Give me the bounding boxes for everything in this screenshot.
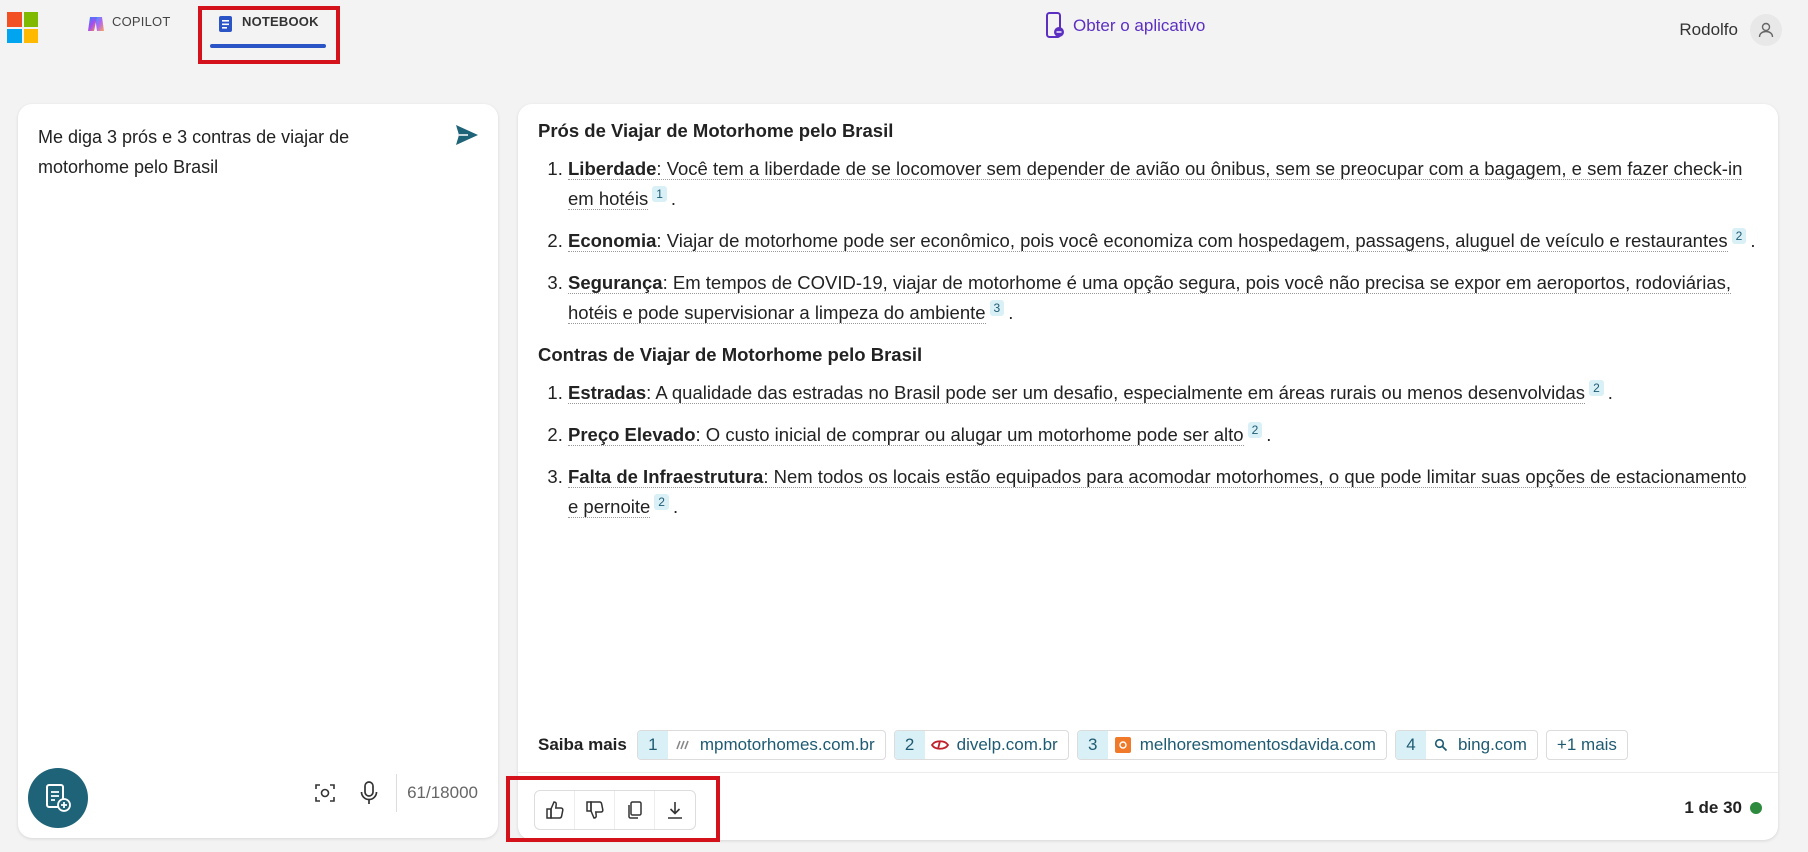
microphone-button[interactable] bbox=[354, 778, 384, 808]
divider bbox=[518, 772, 1778, 773]
response-content: Prós de Viajar de Motorhome pelo Brasil … bbox=[538, 118, 1758, 536]
top-bar: COPILOT NOTEBOOK Obter o aplicativo Rodo… bbox=[0, 0, 1808, 70]
period: . bbox=[1750, 230, 1756, 251]
list-item: Segurança: Em tempos de COVID-19, viajar… bbox=[568, 268, 1758, 328]
list-item: Economia: Viajar de motorhome pode ser e… bbox=[568, 226, 1758, 256]
phone-icon bbox=[1046, 12, 1064, 38]
character-counter: 61/18000 bbox=[407, 783, 478, 802]
camera-scan-icon bbox=[315, 784, 335, 802]
list-item: Estradas: A qualidade das estradas no Br… bbox=[568, 378, 1758, 408]
prompt-input[interactable]: Me diga 3 prós e 3 contras de viajar de … bbox=[38, 122, 428, 182]
item-term: Economia bbox=[568, 230, 657, 251]
item-term: Liberdade bbox=[568, 158, 657, 179]
item-text: : O custo inicial de comprar ou alugar u… bbox=[695, 424, 1244, 445]
user-icon bbox=[1758, 22, 1774, 38]
citation-badge[interactable]: 1 bbox=[652, 185, 667, 202]
user-name: Rodolfo bbox=[1679, 20, 1738, 39]
visual-search-button[interactable] bbox=[310, 778, 340, 808]
divelp-favicon-icon bbox=[930, 737, 949, 753]
item-text: : Você tem a liberdade de se locomover s… bbox=[568, 158, 1743, 209]
citation-badge[interactable]: 2 bbox=[1731, 227, 1747, 244]
source-number: 3 bbox=[1077, 731, 1108, 759]
source-number: 2 bbox=[894, 731, 925, 759]
source-domain: divelp.com.br bbox=[956, 735, 1058, 754]
source-domain: melhoresmomentosdavida.com bbox=[1139, 735, 1376, 754]
item-term: Falta de Infraestrutura bbox=[568, 466, 764, 487]
citation-badge[interactable]: 2 bbox=[654, 493, 669, 510]
list-item: Preço Elevado: O custo inicial de compra… bbox=[568, 420, 1758, 450]
source-domain: mpmotorhomes.com.br bbox=[699, 735, 875, 754]
get-app-label: Obter o aplicativo bbox=[1073, 16, 1206, 35]
search-icon bbox=[1432, 737, 1450, 753]
prompt-panel: Me diga 3 prós e 3 contras de viajar de … bbox=[18, 104, 498, 838]
pros-heading: Prós de Viajar de Motorhome pelo Brasil bbox=[538, 120, 894, 141]
period: . bbox=[672, 496, 679, 517]
item-term: Segurança bbox=[568, 272, 663, 293]
source-number: 4 bbox=[1395, 731, 1426, 759]
tab-copilot-label: COPILOT bbox=[112, 14, 171, 29]
copilot-icon bbox=[86, 14, 106, 34]
new-note-icon bbox=[46, 784, 71, 812]
learn-more-bar: Saiba mais 1 mpmotorhomes.com.br 2 divel… bbox=[538, 730, 1636, 760]
source-domain: bing.com bbox=[1457, 735, 1527, 754]
prompt-toolbar: 61/18000 bbox=[296, 774, 478, 812]
microsoft-logo[interactable] bbox=[7, 12, 38, 43]
send-button[interactable] bbox=[452, 120, 482, 150]
item-text: : Viajar de motorhome pode ser econômico… bbox=[656, 230, 1728, 251]
citation-badge[interactable]: 2 bbox=[1247, 421, 1263, 438]
list-item: Falta de Infraestrutura: Nem todos os lo… bbox=[568, 462, 1758, 522]
learn-more-label: Saiba mais bbox=[538, 735, 627, 754]
list-item: Liberdade: Você tem a liberdade de se lo… bbox=[568, 154, 1758, 214]
new-note-button[interactable] bbox=[28, 768, 88, 828]
item-term: Estradas bbox=[568, 382, 647, 403]
tab-copilot[interactable]: COPILOT bbox=[86, 0, 170, 64]
period: . bbox=[1607, 382, 1613, 403]
period: . bbox=[1008, 302, 1014, 323]
source-link[interactable]: 1 mpmotorhomes.com.br bbox=[636, 730, 886, 760]
microphone-icon bbox=[360, 781, 378, 804]
cons-heading: Contras de Viajar de Motorhome pelo Bras… bbox=[538, 344, 923, 365]
response-counter: 1 de 30 bbox=[1684, 798, 1762, 818]
get-app-link[interactable]: Obter o aplicativo bbox=[1044, 12, 1205, 40]
citation-badge[interactable]: 3 bbox=[989, 299, 1005, 316]
item-text: : A qualidade das estradas no Brasil pod… bbox=[646, 382, 1586, 403]
source-link[interactable]: 4 bing.com bbox=[1394, 730, 1538, 760]
period: . bbox=[1266, 424, 1272, 445]
source-link[interactable]: 2 divelp.com.br bbox=[893, 730, 1069, 760]
status-dot bbox=[1750, 802, 1762, 814]
avatar bbox=[1750, 14, 1782, 46]
pros-list: Liberdade: Você tem a liberdade de se lo… bbox=[568, 154, 1758, 328]
source-number: 1 bbox=[637, 731, 668, 759]
mp-favicon-icon bbox=[674, 737, 692, 753]
highlight-box-notebook bbox=[198, 6, 340, 64]
period: . bbox=[670, 188, 677, 209]
cons-list: Estradas: A qualidade das estradas no Br… bbox=[568, 378, 1758, 522]
source-link[interactable]: 3 melhoresmomentosdavida.com bbox=[1076, 730, 1387, 760]
highlight-box-feedback bbox=[506, 776, 720, 842]
citation-badge[interactable]: 2 bbox=[1589, 379, 1604, 396]
item-text: : Em tempos de COVID-19, viajar de motor… bbox=[568, 272, 1731, 323]
user-menu[interactable]: Rodolfo bbox=[1679, 14, 1782, 46]
toolbar-divider bbox=[396, 774, 398, 812]
more-sources-button[interactable]: +1 mais bbox=[1545, 730, 1628, 760]
response-panel: Prós de Viajar de Motorhome pelo Brasil … bbox=[518, 104, 1778, 840]
send-icon bbox=[456, 125, 478, 145]
page-indicator: 1 de 30 bbox=[1684, 798, 1742, 817]
mmv-favicon-icon bbox=[1114, 737, 1132, 753]
item-term: Preço Elevado bbox=[568, 424, 696, 445]
